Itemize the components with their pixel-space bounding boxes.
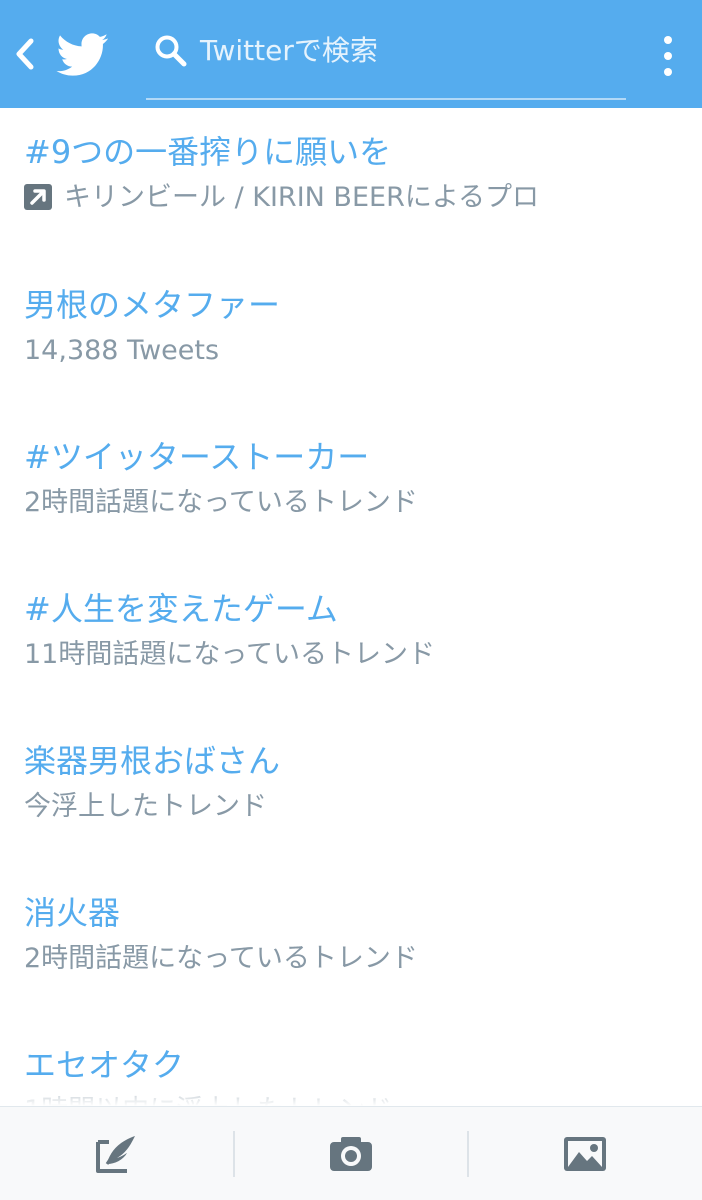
- chevron-left-icon: [16, 38, 34, 70]
- trend-meta: 今浮上したトレンド: [24, 791, 267, 822]
- trend-meta: 2時間話題になっているトレンド: [24, 487, 418, 518]
- trend-meta: 11時間話題になっているトレンド: [24, 639, 436, 670]
- trend-promoter: キリンビール / KIRIN BEERによるプロ: [64, 182, 540, 213]
- trend-item[interactable]: 消火器 2時間話題になっているトレンド: [0, 869, 702, 1019]
- top-bar: Twitterで検索: [0, 0, 702, 108]
- more-options-button[interactable]: [652, 30, 684, 80]
- trend-meta: 14,388 Tweets: [24, 335, 220, 366]
- search-underline: [146, 98, 626, 100]
- trend-name: #人生を変えたゲーム: [24, 590, 338, 628]
- twitter-bird-icon: [56, 33, 109, 76]
- search-placeholder: Twitterで検索: [200, 34, 378, 67]
- back-button[interactable]: [8, 34, 42, 74]
- promoted-arrow-icon: [24, 184, 52, 210]
- trend-item[interactable]: #人生を変えたゲーム 11時間話題になっているトレンド: [0, 565, 702, 715]
- bottom-bar: [0, 1106, 702, 1200]
- trend-item[interactable]: #9つの一番搾りに願いを キリンビール / KIRIN BEERによるプロ: [0, 108, 702, 258]
- gallery-button[interactable]: [468, 1107, 702, 1200]
- trend-meta: キリンビール / KIRIN BEERによるプロ: [24, 178, 539, 218]
- trend-item[interactable]: エセオタク 1時間以内に浮上したトレンド: [0, 1021, 702, 1106]
- trend-name: 男根のメタファー: [24, 286, 281, 324]
- trend-meta: 2時間話題になっているトレンド: [24, 943, 418, 974]
- app-root: Twitterで検索 #9つの一番搾りに願いを キリンビール / KIRIN B…: [0, 0, 702, 1200]
- trend-item[interactable]: #ツイッターストーカー 2時間話題になっているトレンド: [0, 413, 702, 563]
- search-field[interactable]: Twitterで検索: [146, 22, 626, 100]
- trend-item[interactable]: 楽器男根おばさん 今浮上したトレンド: [0, 717, 702, 867]
- search-icon: [155, 35, 187, 67]
- trend-name: 消火器: [24, 894, 121, 932]
- trend-meta: 1時間以内に浮上したトレンド: [24, 1091, 392, 1106]
- camera-button[interactable]: [234, 1107, 468, 1200]
- camera-icon: [330, 1137, 372, 1171]
- trend-name: #9つの一番搾りに願いを: [24, 133, 392, 171]
- trend-list: #9つの一番搾りに願いを キリンビール / KIRIN BEERによるプロ 男根…: [0, 108, 702, 1106]
- compose-tweet-icon: [96, 1136, 135, 1173]
- trend-name: エセオタク: [24, 1046, 185, 1084]
- trend-name: #ツイッターストーカー: [24, 438, 370, 476]
- image-icon: [564, 1137, 606, 1171]
- trend-name: 楽器男根おばさん: [24, 742, 281, 780]
- trend-item[interactable]: 男根のメタファー 14,388 Tweets: [0, 261, 702, 411]
- compose-tweet-button[interactable]: [0, 1107, 234, 1200]
